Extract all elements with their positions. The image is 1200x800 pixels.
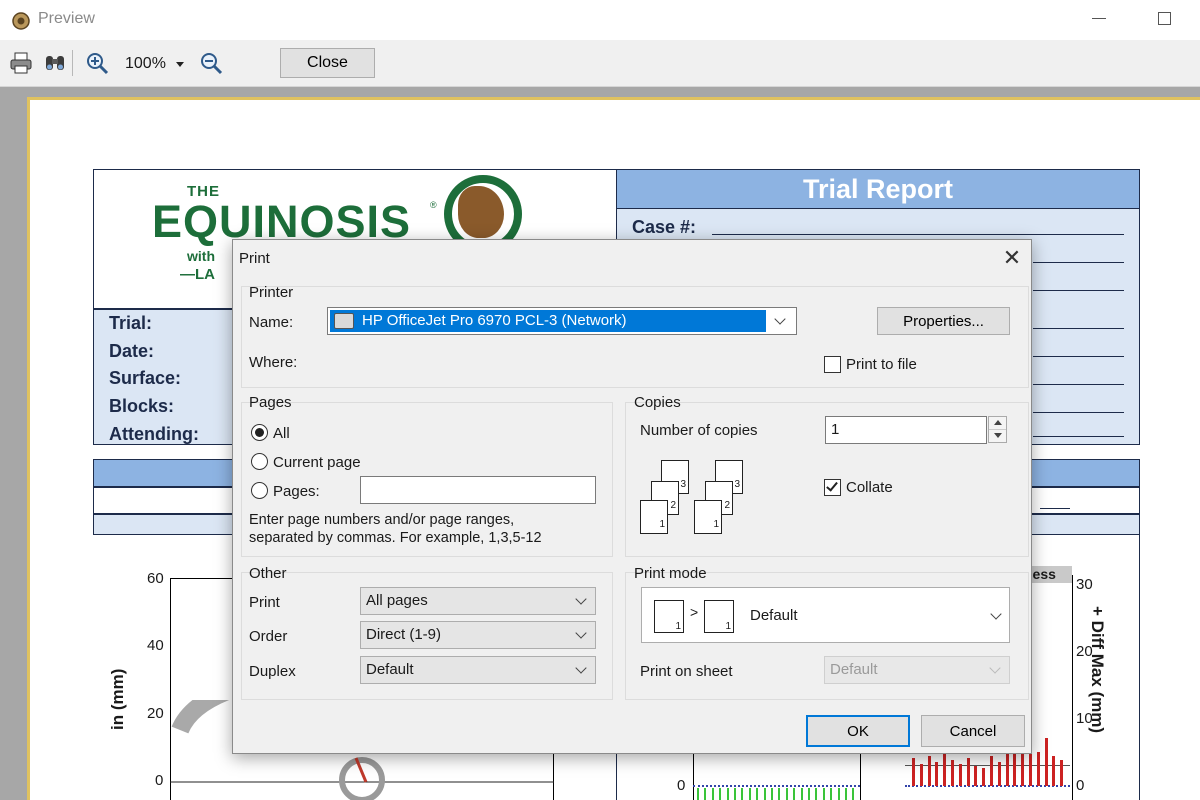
print-on-sheet-label: Print on sheet — [640, 663, 733, 680]
duplex-value: Default — [366, 661, 414, 678]
chevron-down-icon[interactable] — [575, 662, 587, 674]
other-print-label: Print — [249, 594, 280, 611]
ok-button[interactable]: OK — [806, 715, 910, 747]
window-titlebar: Preview — [0, 0, 1200, 40]
pages-current-radio[interactable] — [251, 453, 268, 470]
chevron-down-icon[interactable] — [575, 627, 587, 639]
print-to-file-checkbox[interactable] — [824, 356, 841, 373]
pages-group-label: Pages — [249, 394, 292, 411]
zoom-in-icon[interactable] — [84, 50, 110, 76]
properties-button[interactable]: Properties... — [877, 307, 1010, 335]
dialog-title: Print — [239, 250, 270, 267]
duplex-select[interactable]: Default — [360, 656, 596, 684]
print-mode-value: Default — [750, 607, 798, 624]
printer-icon — [334, 313, 354, 329]
preview-app-icon — [12, 12, 30, 30]
copies-group-label: Copies — [634, 394, 681, 411]
minimize-button[interactable] — [1092, 18, 1106, 19]
pages-hint-line2: separated by commas. For example, 1,3,5-… — [249, 530, 542, 546]
maximize-button[interactable] — [1158, 12, 1171, 25]
collate-label: Collate — [846, 479, 893, 496]
print-mode-select[interactable]: 1 > 1 Default — [641, 587, 1010, 643]
mode-arrow-icon: > — [690, 604, 699, 620]
chevron-down-icon[interactable] — [575, 593, 587, 605]
other-order-label: Order — [249, 628, 288, 645]
print-pages-select[interactable]: All pages — [360, 587, 596, 615]
spinner-up-icon[interactable] — [994, 420, 1002, 425]
spinner-down-icon[interactable] — [994, 433, 1002, 438]
order-select[interactable]: Direct (1-9) — [360, 621, 596, 649]
pages-range-label: Pages: — [273, 483, 320, 500]
print-pages-value: All pages — [366, 592, 428, 609]
toolbar-separator — [72, 50, 73, 76]
radio-selected-dot — [255, 428, 264, 437]
chevron-down-icon[interactable] — [990, 608, 1002, 620]
print-icon[interactable] — [8, 50, 34, 76]
print-on-sheet-value: Default — [830, 661, 878, 678]
copies-spinner[interactable] — [988, 416, 1007, 443]
mode-page-icon: 1 — [704, 600, 734, 633]
zoom-dropdown-arrow-icon[interactable] — [176, 62, 184, 67]
printer-group-label: Printer — [249, 284, 294, 301]
pages-range-radio[interactable] — [251, 482, 268, 499]
mode-page-icon: 1 — [654, 600, 684, 633]
spinner-divider — [989, 429, 1006, 430]
number-of-copies-label: Number of copies — [640, 422, 758, 439]
chevron-down-icon[interactable] — [774, 313, 786, 325]
collate-checkbox[interactable] — [824, 479, 841, 496]
print-dialog: Print ✕ Printer Name: HP OfficeJet Pro 6… — [232, 239, 1032, 754]
printer-where-label: Where: — [249, 354, 298, 371]
pages-current-label: Current page — [273, 454, 361, 471]
printer-name-select[interactable]: HP OfficeJet Pro 6970 PCL-3 (Network) — [327, 307, 797, 335]
pages-all-label: All — [273, 425, 290, 442]
order-value: Direct (1-9) — [366, 626, 442, 643]
other-duplex-label: Duplex — [249, 663, 296, 680]
number-of-copies-input[interactable]: 1 — [825, 416, 987, 444]
find-binoculars-icon[interactable] — [42, 50, 68, 76]
printer-name-text: HP OfficeJet Pro 6970 PCL-3 (Network) — [362, 312, 627, 329]
printer-name-label: Name: — [249, 314, 294, 331]
zoom-out-icon[interactable] — [198, 50, 224, 76]
print-mode-group-label: Print mode — [634, 565, 707, 582]
preview-close-button[interactable]: Close — [280, 48, 375, 78]
print-on-sheet-select: Default — [824, 656, 1010, 684]
printer-name-value: HP OfficeJet Pro 6970 PCL-3 (Network) — [330, 310, 766, 332]
print-to-file-label: Print to file — [846, 356, 917, 373]
collate-page-icon: 1 — [694, 500, 722, 534]
pages-range-input[interactable] — [360, 476, 596, 504]
collate-page-icon: 1 — [640, 500, 668, 534]
dialog-close-button[interactable]: ✕ — [999, 246, 1025, 272]
checkmark-icon — [826, 479, 838, 492]
pages-all-radio[interactable] — [251, 424, 268, 441]
cancel-button[interactable]: Cancel — [921, 715, 1025, 747]
pages-hint-line1: Enter page numbers and/or page ranges, — [249, 512, 515, 528]
preview-toolbar: 100% Close — [0, 40, 1200, 87]
other-group-label: Other — [249, 565, 287, 582]
zoom-level-select[interactable]: 100% — [125, 55, 166, 73]
window-title: Preview — [38, 10, 95, 27]
chevron-down-icon — [989, 662, 1001, 674]
